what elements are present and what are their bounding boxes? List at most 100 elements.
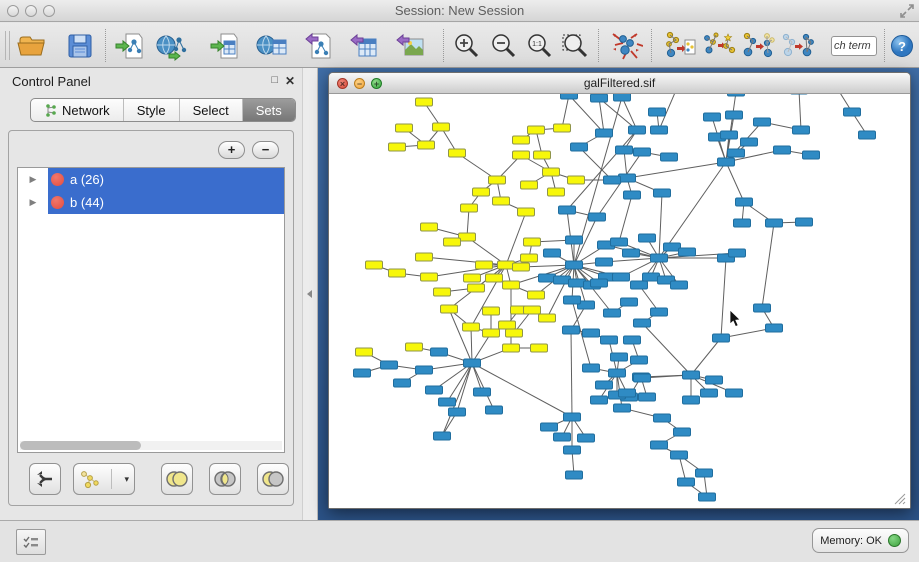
search-input[interactable]: ch term [831,36,877,56]
graph-node[interactable] [639,393,656,401]
graph-node[interactable] [416,253,433,261]
graph-node[interactable] [596,381,613,389]
graph-node[interactable] [474,388,491,396]
graph-node[interactable] [381,361,398,369]
graph-node[interactable] [596,258,613,266]
graph-node[interactable] [539,314,556,322]
graph-node[interactable] [569,279,586,287]
graph-node[interactable] [624,191,641,199]
graph-node[interactable] [564,446,581,454]
graph-node[interactable] [721,131,738,139]
list-item[interactable]: ▶ a (26) [18,168,284,191]
graph-node[interactable] [559,206,576,214]
graph-node[interactable] [389,269,406,277]
graph-node[interactable] [528,291,545,299]
import-network-url-button[interactable] [154,28,190,64]
add-set-button[interactable]: + [218,141,245,159]
graph-node[interactable] [486,406,503,414]
graph-node[interactable] [671,451,688,459]
graph-node[interactable] [521,181,538,189]
graph-node[interactable] [541,423,558,431]
graph-node[interactable] [611,238,628,246]
graph-node[interactable] [683,396,700,404]
list-item[interactable]: ▶ b (44) [18,191,284,214]
destroy-view-button[interactable] [779,28,815,64]
graph-node[interactable] [766,324,783,332]
graph-node[interactable] [513,151,530,159]
graph-node[interactable] [796,218,813,226]
graph-node[interactable] [699,493,716,501]
graph-node[interactable] [634,374,651,382]
graph-node[interactable] [728,149,745,157]
close-view-button[interactable]: × [337,78,348,89]
graph-node[interactable] [604,176,621,184]
scrollbar-thumb[interactable] [20,441,141,450]
graph-node[interactable] [416,366,433,374]
first-neighbors-button[interactable] [701,28,737,64]
graph-node[interactable] [441,305,458,313]
graph-node[interactable] [578,434,595,442]
memory-status-button[interactable]: Memory: OK [812,528,909,553]
graph-node[interactable] [431,348,448,356]
graph-node[interactable] [678,478,695,486]
graph-node[interactable] [766,219,783,227]
graph-node[interactable] [543,168,560,176]
graph-node[interactable] [754,118,771,126]
graph-node[interactable] [651,254,668,262]
split-set-button[interactable] [29,463,61,495]
graph-node[interactable] [591,279,608,287]
graph-node[interactable] [366,261,383,269]
graph-node[interactable] [561,94,578,99]
graph-node[interactable] [589,213,606,221]
graph-node[interactable] [859,131,876,139]
graph-node[interactable] [564,296,581,304]
graph-node[interactable] [554,433,571,441]
apply-layout-button[interactable] [608,28,644,64]
graph-node[interactable] [604,309,621,317]
graph-node[interactable] [664,243,681,251]
graph-node[interactable] [718,158,735,166]
graph-node[interactable] [754,304,771,312]
graph-node[interactable] [591,94,608,102]
panel-splitter[interactable] [302,68,318,520]
graph-node[interactable] [701,389,718,397]
graph-node[interactable] [651,441,668,449]
graph-node[interactable] [706,376,723,384]
import-network-file-button[interactable] [112,28,148,64]
horizontal-scrollbar[interactable] [20,441,282,450]
maximize-view-button[interactable]: + [371,78,382,89]
graph-node[interactable] [654,414,671,422]
import-table-file-button[interactable] [207,28,243,64]
graph-node[interactable] [583,329,600,337]
graph-node[interactable] [639,234,656,242]
graph-node[interactable] [461,204,478,212]
graph-node[interactable] [611,353,628,361]
graph-node[interactable] [713,334,730,342]
graph-node[interactable] [418,141,435,149]
graph-node[interactable] [464,359,481,367]
network-canvas[interactable] [329,94,910,508]
graph-node[interactable] [513,263,530,271]
difference-sets-button[interactable] [257,463,289,495]
sets-list[interactable]: ▶ a (26) ▶ b (44) [17,167,285,453]
graph-node[interactable] [631,281,648,289]
task-history-button[interactable] [16,529,46,555]
tab-style[interactable]: Style [123,99,179,121]
graph-node[interactable] [539,274,556,282]
graph-node[interactable] [619,174,636,182]
graph-node[interactable] [601,336,618,344]
graph-node[interactable] [483,307,500,315]
graph-node[interactable] [683,371,700,379]
graph-node[interactable] [354,369,371,377]
union-sets-button[interactable] [161,463,193,495]
network-graph-svg[interactable] [329,94,908,508]
graph-node[interactable] [741,138,758,146]
graph-node[interactable] [486,274,503,282]
new-view-from-selected-button[interactable] [740,28,776,64]
graph-node[interactable] [729,249,746,257]
graph-node[interactable] [643,273,660,281]
expand-arrow-icon[interactable]: ▶ [18,168,48,191]
graph-node[interactable] [506,329,523,337]
graph-node[interactable] [421,223,438,231]
graph-node[interactable] [513,136,530,144]
